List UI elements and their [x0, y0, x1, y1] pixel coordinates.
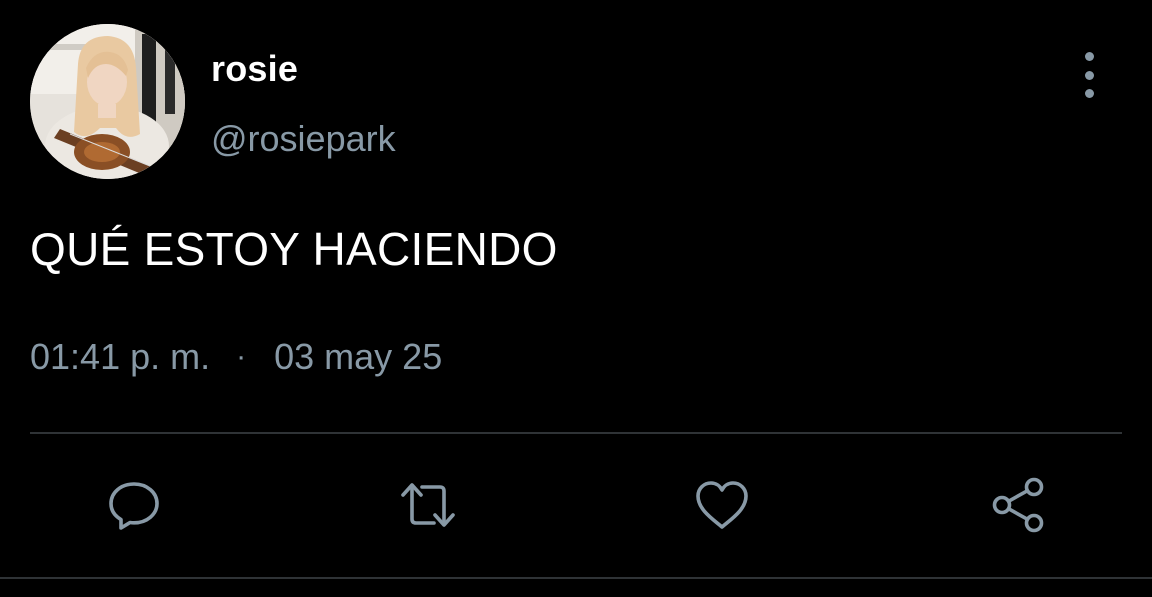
- more-dot-icon: [1084, 89, 1094, 98]
- like-button[interactable]: [692, 475, 752, 535]
- speech-bubble-icon: [109, 482, 159, 530]
- tweet-time: 01:41 p. m.: [30, 336, 211, 377]
- tweet-card: rosie @rosiepark QUÉ ESTOY HACIENDO 01:4…: [0, 0, 1152, 597]
- display-name[interactable]: rosie: [211, 48, 298, 90]
- more-dot-icon: [1084, 52, 1094, 61]
- heart-icon: [696, 481, 748, 529]
- user-handle[interactable]: @rosiepark: [211, 118, 396, 160]
- retweet-icon: [401, 483, 455, 527]
- divider: [0, 577, 1152, 579]
- avatar[interactable]: [30, 24, 185, 179]
- reply-button[interactable]: [104, 475, 164, 535]
- divider: [30, 432, 1122, 434]
- profile-photo: [30, 24, 185, 179]
- tweet-text: QUÉ ESTOY HACIENDO: [30, 223, 558, 275]
- retweet-button[interactable]: [398, 475, 458, 535]
- meta-separator: ·: [236, 340, 247, 373]
- tweet-date: 03 may 25: [274, 336, 443, 377]
- more-options-button[interactable]: [1072, 52, 1106, 98]
- share-icon: [992, 477, 1044, 533]
- more-dot-icon: [1084, 70, 1094, 80]
- share-button[interactable]: [988, 475, 1048, 535]
- tweet-timestamp[interactable]: 01:41 p. m. · 03 may 25: [30, 336, 442, 378]
